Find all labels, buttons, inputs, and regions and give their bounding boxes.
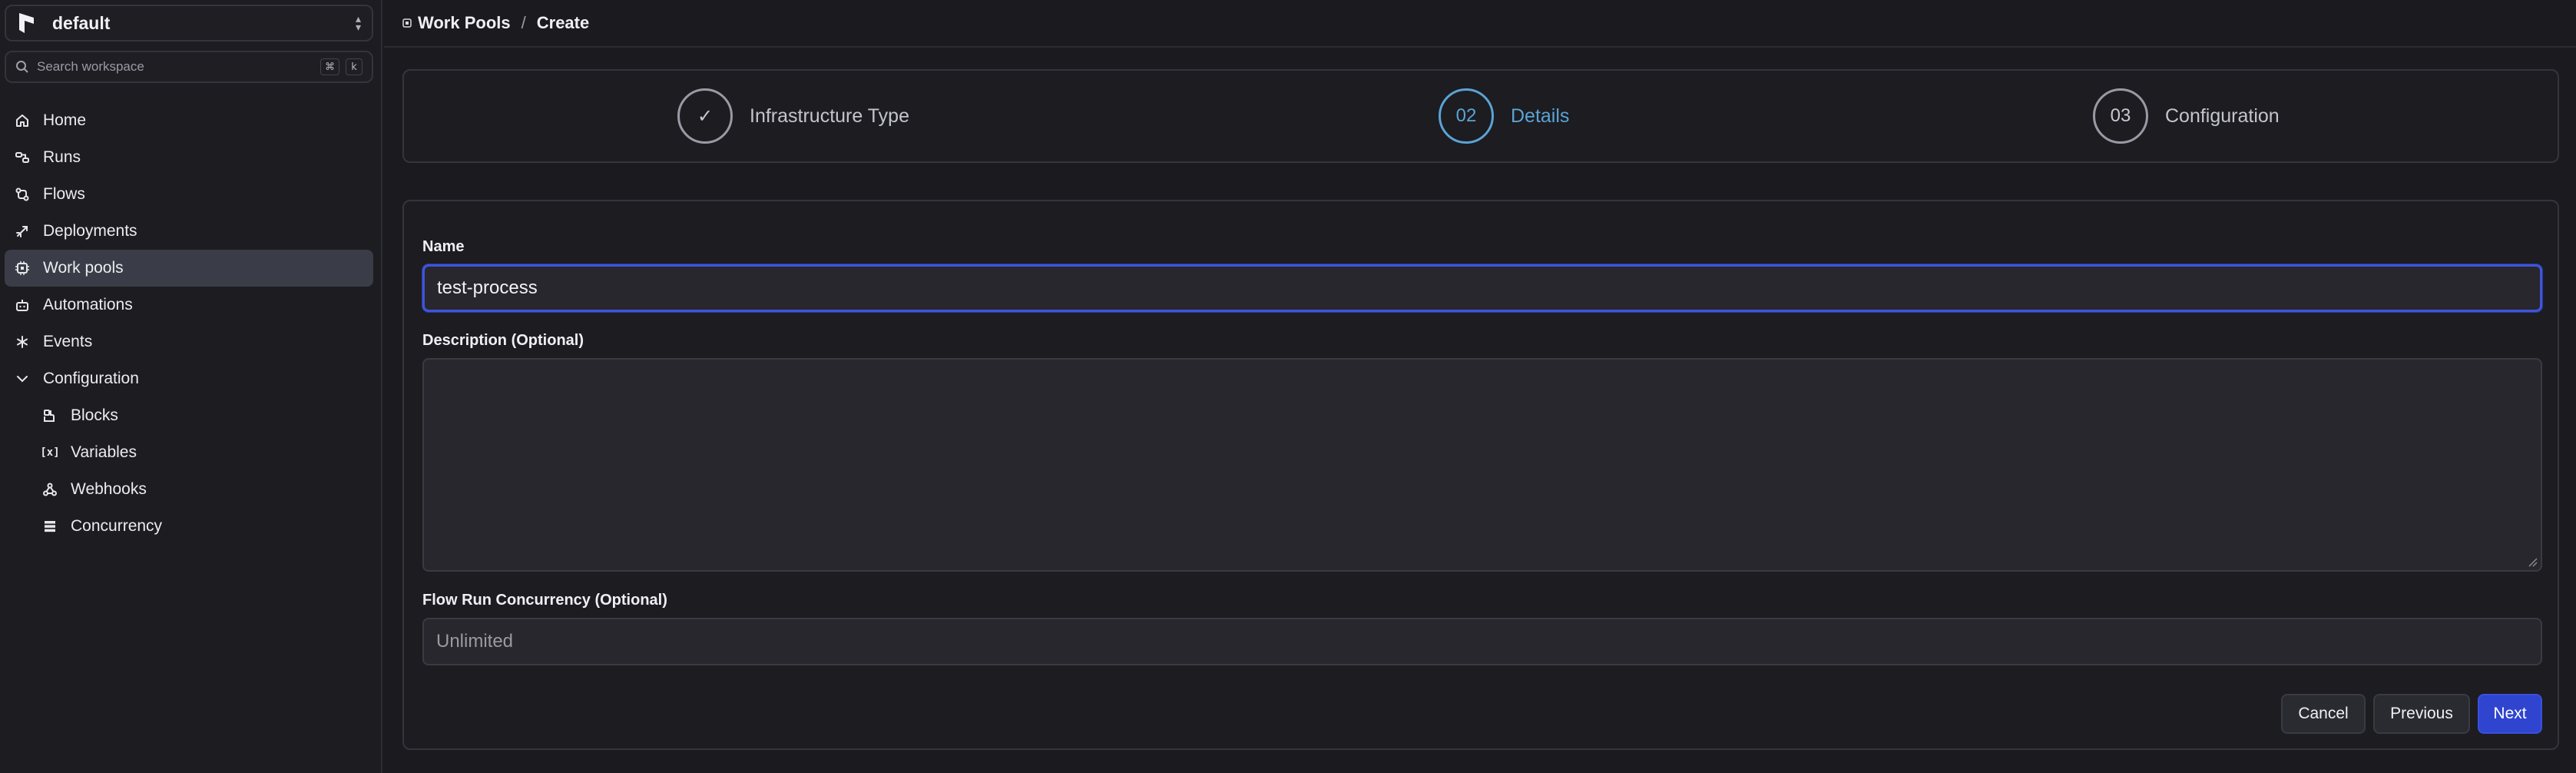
shortcut-k-key: k bbox=[346, 58, 363, 75]
cancel-button[interactable]: Cancel bbox=[2281, 694, 2366, 734]
resize-handle-icon[interactable] bbox=[2527, 556, 2538, 567]
sidebar-item-work-pools[interactable]: Work pools bbox=[5, 250, 373, 287]
flows-icon bbox=[14, 186, 31, 203]
step-number: 02 bbox=[1439, 88, 1494, 144]
variable-icon: [x] bbox=[40, 446, 60, 459]
bot-icon bbox=[14, 297, 31, 314]
search-placeholder: Search workspace bbox=[37, 59, 144, 74]
workspace-name: default bbox=[52, 12, 111, 33]
search-input[interactable]: Search workspace ⌘ k bbox=[5, 51, 373, 83]
sidebar-item-label: Configuration bbox=[43, 370, 139, 387]
sidebar-item-label: Events bbox=[43, 333, 93, 350]
sidebar-item-blocks[interactable]: Blocks bbox=[5, 397, 373, 434]
flow-run-concurrency-label: Flow Run Concurrency (Optional) bbox=[422, 592, 667, 609]
name-field[interactable]: test-process bbox=[422, 264, 2542, 312]
breadcrumb-work-pools-link[interactable]: Work Pools bbox=[418, 13, 511, 33]
sidebar-item-events[interactable]: Events bbox=[5, 323, 373, 360]
asterisk-icon bbox=[14, 333, 31, 350]
sidebar-item-label: Variables bbox=[71, 443, 137, 461]
description-label: Description (Optional) bbox=[422, 332, 584, 349]
sidebar-item-label: Home bbox=[43, 111, 87, 129]
sidebar-nav: Home Runs Flows Deployments Work pools A… bbox=[5, 102, 373, 545]
flow-run-concurrency-field[interactable]: Unlimited bbox=[422, 618, 2542, 665]
sidebar-item-label: Blocks bbox=[71, 406, 118, 424]
check-icon: ✓ bbox=[677, 88, 733, 144]
sidebar-item-concurrency[interactable]: Concurrency bbox=[5, 508, 373, 545]
sidebar-item-label: Automations bbox=[43, 296, 133, 314]
sidebar-item-configuration[interactable]: Configuration bbox=[5, 360, 373, 397]
sidebar-item-variables[interactable]: [x] Variables bbox=[5, 434, 373, 471]
step-infrastructure-type[interactable]: ✓ Infrastructure Type bbox=[677, 88, 909, 144]
sidebar-item-runs[interactable]: Runs bbox=[5, 139, 373, 176]
webhook-icon bbox=[41, 481, 58, 498]
sidebar-item-flows[interactable]: Flows bbox=[5, 176, 373, 213]
wizard-stepper: ✓ Infrastructure Type 02 Details 03 Conf… bbox=[402, 69, 2559, 163]
sidebar-item-label: Webhooks bbox=[71, 480, 147, 498]
sidebar-item-home[interactable]: Home bbox=[5, 102, 373, 139]
breadcrumb-separator: / bbox=[521, 13, 526, 32]
sidebar: default ▴ ▾ Search workspace ⌘ k Home Run… bbox=[0, 0, 382, 773]
step-details[interactable]: 02 Details bbox=[1439, 88, 1569, 144]
sidebar-item-label: Flows bbox=[43, 185, 85, 203]
description-field[interactable] bbox=[422, 358, 2542, 572]
chevron-up-down-icon: ▴ ▾ bbox=[355, 12, 361, 33]
step-number: 03 bbox=[2093, 88, 2148, 144]
sidebar-item-webhooks[interactable]: Webhooks bbox=[5, 471, 373, 508]
previous-button[interactable]: Previous bbox=[2373, 694, 2470, 734]
rocket-icon bbox=[14, 223, 31, 240]
main-content: Work Pools / Create ✓ Infrastructure Typ… bbox=[384, 0, 2576, 773]
cpu-icon bbox=[402, 18, 412, 28]
step-configuration[interactable]: 03 Configuration bbox=[2093, 88, 2280, 144]
prefect-logo-icon bbox=[19, 13, 34, 33]
workspace-switcher[interactable]: default ▴ ▾ bbox=[5, 5, 373, 41]
step-label: Configuration bbox=[2165, 105, 2280, 127]
blocks-icon bbox=[41, 407, 58, 424]
name-label: Name bbox=[422, 238, 465, 255]
stack-icon bbox=[41, 518, 58, 535]
sidebar-item-label: Concurrency bbox=[71, 517, 163, 535]
step-label: Details bbox=[1511, 105, 1570, 127]
runs-icon bbox=[14, 149, 31, 166]
chevron-down-icon bbox=[14, 370, 31, 387]
step-label: Infrastructure Type bbox=[750, 105, 909, 127]
sidebar-item-label: Deployments bbox=[43, 222, 137, 240]
breadcrumb: Work Pools / Create bbox=[384, 0, 2576, 48]
next-button[interactable]: Next bbox=[2478, 694, 2542, 734]
home-icon bbox=[14, 112, 31, 129]
sidebar-item-label: Runs bbox=[43, 148, 81, 166]
breadcrumb-current: Create bbox=[536, 13, 590, 32]
work-pool-details-form: Name test-process Description (Optional)… bbox=[402, 200, 2559, 750]
search-icon bbox=[16, 61, 28, 73]
sidebar-item-label: Work pools bbox=[43, 259, 124, 277]
shortcut-cmd-key: ⌘ bbox=[320, 58, 339, 75]
sidebar-item-deployments[interactable]: Deployments bbox=[5, 213, 373, 250]
cpu-icon bbox=[14, 260, 31, 277]
sidebar-item-automations[interactable]: Automations bbox=[5, 287, 373, 323]
